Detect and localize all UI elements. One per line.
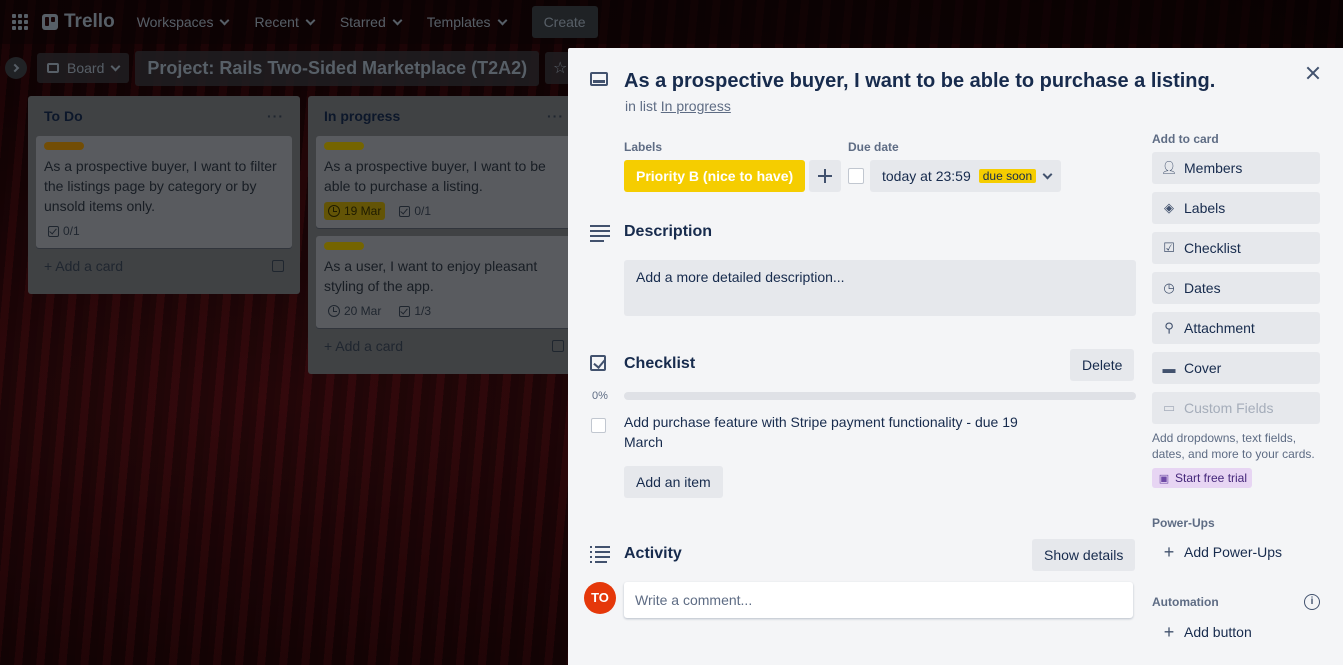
card-detail-modal: As a prospective buyer, I want to be abl… xyxy=(568,48,1343,665)
checklist-icon xyxy=(590,355,606,371)
labels-section: Labels Priority B (nice to have) xyxy=(624,140,842,192)
add-button-button[interactable]: + Add button xyxy=(1152,616,1320,648)
attachment-button[interactable]: ⚲ Attachment xyxy=(1152,312,1320,344)
card-list-location: in list In progress xyxy=(625,98,731,114)
add-item-button[interactable]: Add an item xyxy=(624,466,723,498)
dates-button[interactable]: ◷ Dates xyxy=(1152,272,1320,304)
card-icon xyxy=(590,72,608,86)
person-icon: 👤︎ xyxy=(1160,160,1178,175)
checklist-percent: 0% xyxy=(592,390,608,402)
label-chip[interactable]: Priority B (nice to have) xyxy=(624,160,806,192)
card-sidebar: Add to card 👤︎ Members ◈ Labels ☑ Checklist… xyxy=(1152,132,1320,656)
delete-checklist-button[interactable]: Delete xyxy=(1070,349,1135,381)
plus-icon: + xyxy=(1163,541,1175,562)
description-editor[interactable]: Add a more detailed description... xyxy=(624,260,1136,316)
trial-icon: ▣ xyxy=(1158,472,1170,485)
avatar[interactable]: TO xyxy=(584,582,616,614)
add-label-button[interactable] xyxy=(809,160,842,192)
add-powerups-button[interactable]: + Add Power-Ups xyxy=(1152,536,1320,568)
checklist-progress-bar xyxy=(624,392,1136,400)
card-title[interactable]: As a prospective buyer, I want to be abl… xyxy=(624,70,1215,93)
custom-fields-note: Add dropdowns, text fields, dates, and m… xyxy=(1152,431,1315,461)
custom-fields-icon: ▭ xyxy=(1162,400,1176,415)
powerups-heading: Power-Ups xyxy=(1152,516,1215,530)
checklist-icon: ☑ xyxy=(1163,240,1175,255)
clock-icon: ◷ xyxy=(1163,280,1175,295)
checklist-item-checkbox[interactable] xyxy=(591,418,606,433)
due-complete-checkbox[interactable] xyxy=(848,168,864,184)
checklist-item-text[interactable]: Add purchase feature with Stripe payment… xyxy=(624,412,1044,452)
cover-icon: ▬ xyxy=(1162,360,1176,376)
show-details-button[interactable]: Show details xyxy=(1032,539,1136,571)
paperclip-icon: ⚲ xyxy=(1164,320,1174,335)
activity-icon xyxy=(590,546,610,563)
chevron-down-icon xyxy=(1042,169,1053,179)
labels-button[interactable]: ◈ Labels xyxy=(1152,192,1320,224)
plus-icon: + xyxy=(1163,621,1175,642)
labels-heading: Labels xyxy=(624,140,663,154)
due-date-button[interactable]: today at 23:59 due soon xyxy=(870,160,1062,192)
due-date-section: Due date today at 23:59 due soon xyxy=(848,140,1062,192)
description-title: Description xyxy=(624,223,713,240)
tag-icon: ◈ xyxy=(1164,200,1174,215)
custom-fields-button[interactable]: ▭ Custom Fields xyxy=(1152,392,1320,424)
checklist-button[interactable]: ☑ Checklist xyxy=(1152,232,1320,264)
comment-input[interactable] xyxy=(624,582,1133,618)
add-to-card-heading: Add to card xyxy=(1152,132,1219,146)
cover-button[interactable]: ▬ Cover xyxy=(1152,352,1320,384)
members-button[interactable]: 👤︎ Members xyxy=(1152,152,1320,184)
due-soon-badge: due soon xyxy=(978,169,1037,183)
automation-heading: Automation xyxy=(1152,595,1219,609)
due-date-heading: Due date xyxy=(848,140,899,154)
info-icon[interactable]: i xyxy=(1304,594,1320,610)
description-icon xyxy=(590,225,610,242)
close-icon[interactable] xyxy=(1301,62,1325,86)
checklist-title[interactable]: Checklist xyxy=(624,355,695,373)
start-free-trial-button[interactable]: ▣ Start free trial xyxy=(1152,468,1253,488)
activity-title: Activity xyxy=(624,545,682,562)
list-link[interactable]: In progress xyxy=(661,98,731,114)
